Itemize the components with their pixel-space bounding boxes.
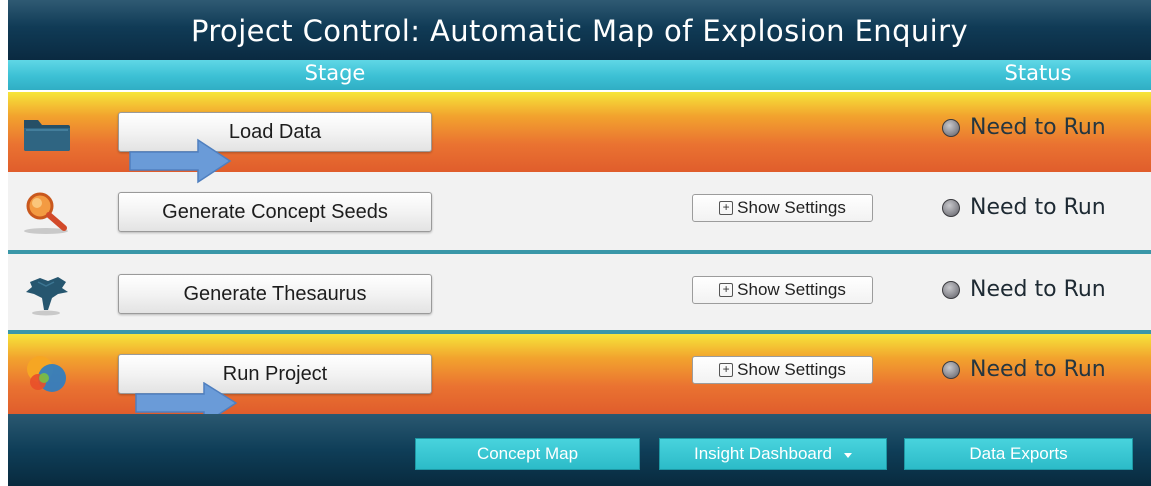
magnifier-icon	[18, 190, 74, 234]
concept-map-button[interactable]: Concept Map	[415, 438, 640, 470]
status-indicator-icon	[942, 360, 960, 379]
generate-concept-seeds-button[interactable]: Generate Concept Seeds	[118, 192, 432, 232]
footer-bar: Concept Map Insight Dashboard Data Expor…	[8, 414, 1151, 486]
status-indicator-icon	[942, 118, 960, 137]
status-text: Need to Run	[970, 115, 1106, 140]
stage-row-generate-concept-seeds: Generate Concept Seeds + Show Settings N…	[8, 172, 1151, 250]
data-exports-button[interactable]: Data Exports	[904, 438, 1133, 470]
status-run-project: Need to Run	[942, 357, 1106, 382]
status-text: Need to Run	[970, 357, 1106, 382]
title-bar: Project Control: Automatic Map of Explos…	[8, 0, 1151, 61]
load-data-button[interactable]: Load Data	[118, 112, 432, 152]
status-text: Need to Run	[970, 277, 1106, 302]
show-settings-label: Show Settings	[737, 360, 846, 379]
project-control-window: Project Control: Automatic Map of Explos…	[0, 0, 1151, 486]
show-settings-label: Show Settings	[737, 280, 846, 299]
stage-row-generate-thesaurus: Generate Thesaurus + Show Settings Need …	[8, 254, 1151, 330]
plus-icon: +	[719, 363, 734, 377]
plus-icon: +	[719, 283, 734, 297]
show-settings-button-thesaurus[interactable]: + Show Settings	[692, 276, 873, 304]
insight-dashboard-button[interactable]: Insight Dashboard	[659, 438, 887, 470]
show-settings-button-run-project[interactable]: + Show Settings	[692, 356, 873, 384]
stage-column-header: Stage	[304, 61, 366, 85]
status-load-data: Need to Run	[942, 115, 1106, 140]
page-title: Project Control: Automatic Map of Explos…	[190, 14, 969, 48]
insight-dashboard-label: Insight Dashboard	[694, 444, 832, 463]
run-project-icon	[18, 352, 74, 396]
run-project-button[interactable]: Run Project	[118, 354, 432, 394]
status-indicator-icon	[942, 280, 960, 299]
show-settings-button-concept-seeds[interactable]: + Show Settings	[692, 194, 873, 222]
plus-icon: +	[719, 201, 734, 215]
folder-icon	[18, 110, 74, 154]
status-column-header: Status	[1004, 61, 1072, 85]
chevron-down-icon	[843, 452, 852, 458]
column-header-row: Stage Status	[8, 60, 1151, 90]
generate-thesaurus-button[interactable]: Generate Thesaurus	[118, 274, 432, 314]
status-generate-concept-seeds: Need to Run	[942, 195, 1106, 220]
status-indicator-icon	[942, 198, 960, 217]
show-settings-label: Show Settings	[737, 198, 846, 217]
status-generate-thesaurus: Need to Run	[942, 277, 1106, 302]
stage-row-run-project: Run Project + Show Settings Need to Run	[8, 334, 1151, 414]
thesaurus-tree-icon	[18, 272, 74, 316]
stage-row-load-data: Load Data Need to Run	[8, 92, 1151, 172]
status-text: Need to Run	[970, 195, 1106, 220]
